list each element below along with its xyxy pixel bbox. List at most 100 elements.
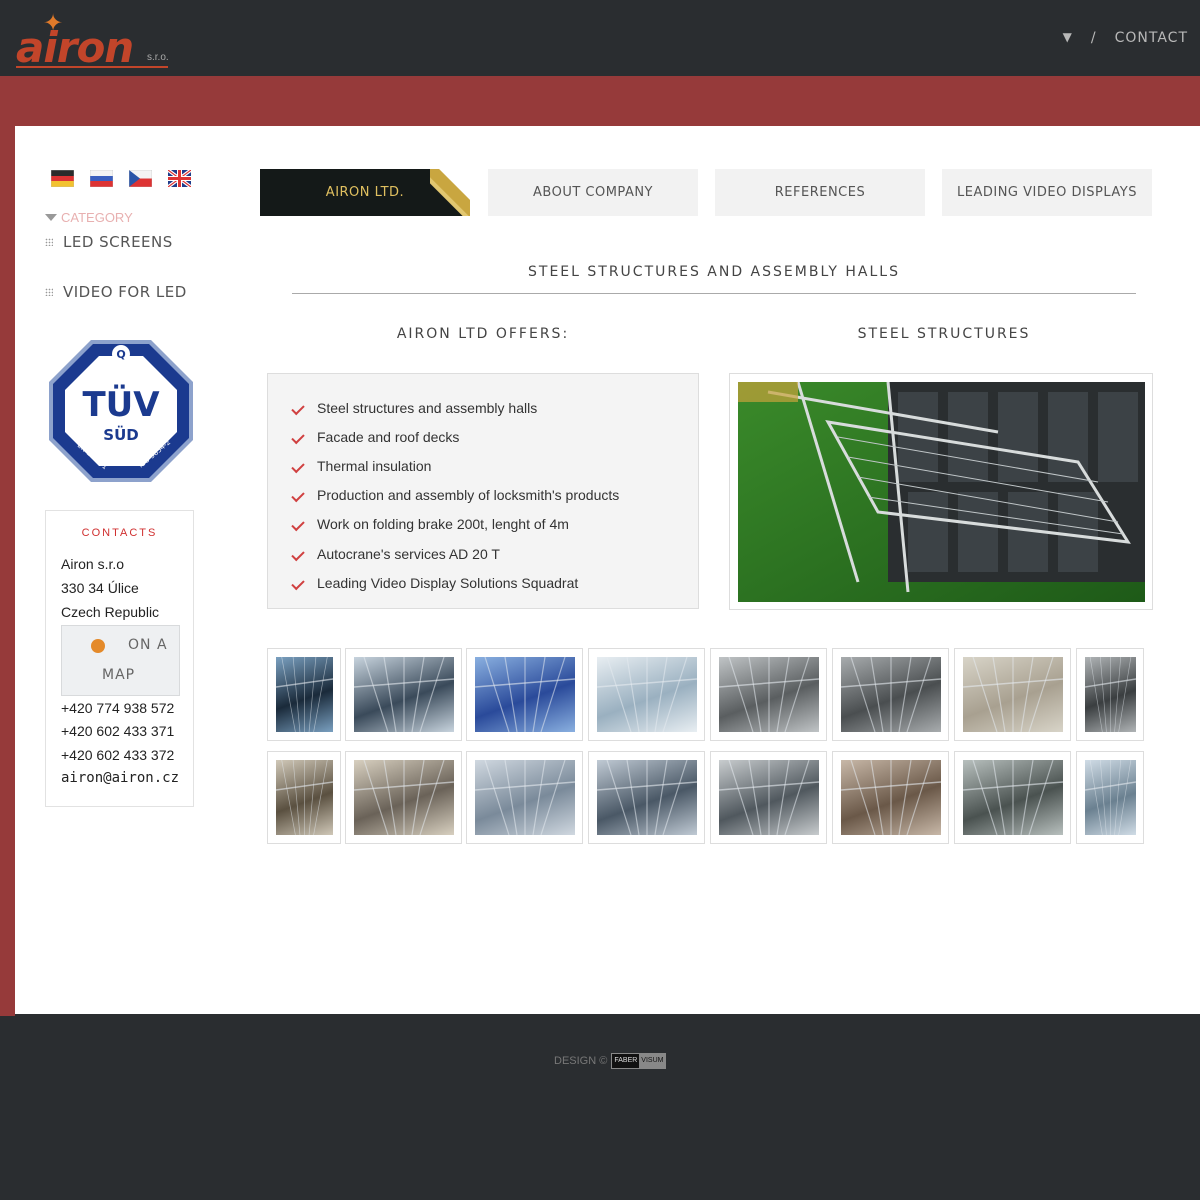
thumbnail-image [276,657,333,732]
offer-text: Leading Video Display Solutions Squadrat [317,574,579,591]
offer-item: Autocrane's services AD 20 T [292,539,619,568]
tab-airon-ltd[interactable]: AIRON LTD. [260,169,470,216]
offers-list: Steel structures and assembly halls Facad… [292,393,619,597]
gallery-thumbnail[interactable] [954,648,1071,741]
chevron-down-icon[interactable]: ▼ [1063,30,1073,46]
tuv-certification-badge: Q TÜV SÜD EN 1090-1 ISO 3834-2 [49,340,193,482]
thumbnail-image [963,760,1063,835]
footer: DESIGN © FABER VISUM [554,1053,667,1069]
sidebar-item-video-for-led[interactable]: VIDEO FOR LED [45,283,187,301]
sidebar-item-label: VIDEO FOR LED [63,283,187,301]
gallery-thumbnail[interactable] [267,751,341,844]
thumbnail-image [475,760,575,835]
phone-2[interactable]: +420 602 433 371 [61,723,174,739]
gallery-thumbnail[interactable] [832,751,949,844]
gallery-thumbnail[interactable] [466,648,583,741]
gallery-thumbnail[interactable] [1076,648,1144,741]
tab-label: LEADING VIDEO DISPLAYS [957,185,1137,200]
feature-title: STEEL STRUCTURES [857,326,1031,342]
offers-title: AIRON LTD OFFERS: [396,326,570,342]
thumbnail-image [475,657,575,732]
offer-item: Facade and roof decks [292,422,619,451]
nav-contact-link[interactable]: CONTACT [1115,30,1188,46]
bullet-icon [45,238,53,246]
globe-icon [91,639,105,653]
gallery-thumbnail[interactable] [345,648,462,741]
sidebar-item-led-screens[interactable]: LED SCREENS [45,233,173,251]
check-icon [292,491,303,499]
svg-text:Q: Q [116,348,125,361]
offer-text: Work on folding brake 200t, lenght of 4m [317,516,569,533]
check-icon [292,579,303,587]
check-icon [292,404,303,412]
check-icon [292,433,303,441]
tab-leading-video-displays[interactable]: LEADING VIDEO DISPLAYS [942,169,1152,216]
content-panel: CATEGORY LED SCREENS VIDEO FOR LED Q TÜV… [15,126,1200,1014]
tab-label: REFERENCES [774,185,866,200]
gallery-thumbnail[interactable] [267,648,341,741]
show-on-map-button[interactable]: ON A MAP [61,625,180,696]
flag-de-icon[interactable] [51,170,74,187]
offer-text: Autocrane's services AD 20 T [317,545,500,562]
offer-text: Facade and roof decks [317,428,460,445]
gallery-thumbnail[interactable] [588,751,705,844]
logo-underline [16,66,168,68]
phone-1[interactable]: +420 774 938 572 [61,700,174,716]
phone-3[interactable]: +420 602 433 372 [61,747,174,763]
tab-references[interactable]: REFERENCES [715,169,925,216]
thumbnail-image [354,760,454,835]
thumbnail-image [597,760,697,835]
thumbnail-image [719,760,819,835]
offer-item: Production and assembly of locksmith's p… [292,481,619,510]
tab-about-company[interactable]: ABOUT COMPANY [488,169,698,216]
airon-logo[interactable]: ✦ airon s.r.o. [14,12,174,72]
thumbnail-image [276,760,333,835]
flag-ru-icon[interactable] [90,170,113,187]
designer-logo-b: VISUM [639,1054,666,1068]
email-link[interactable]: airon@airon.cz [61,770,179,786]
map-label-line2: MAP [102,667,136,683]
address-line2: Czech Republic [61,604,160,620]
logo-text: airon [16,23,134,72]
header-band [0,76,1200,126]
top-bar: ✦ airon s.r.o. ▼ / CONTACT [0,0,1200,76]
flag-cz-icon[interactable] [129,170,152,187]
triangle-down-icon [45,214,57,221]
map-label-line1: ON A [128,637,168,653]
top-nav: ▼ / CONTACT [1063,30,1188,46]
category-label: CATEGORY [61,210,133,225]
offer-text: Steel structures and assembly halls [317,399,538,416]
category-heading[interactable]: CATEGORY [45,210,133,225]
title-divider [292,293,1136,294]
thumbnail-image [597,657,697,732]
logo-suffix: s.r.o. [147,52,169,63]
offer-item: Leading Video Display Solutions Squadrat [292,568,619,597]
gallery-thumbnail[interactable] [710,751,827,844]
gallery-thumbnail[interactable] [710,648,827,741]
address-line1: 330 34 Úlice [61,580,139,596]
designer-logo[interactable]: FABER VISUM [611,1053,667,1069]
gallery-thumbnail[interactable] [1076,751,1144,844]
tuv-text: TÜV [82,384,160,425]
company-name: Airon s.r.o [61,556,125,572]
language-switcher [51,170,191,187]
thumbnail-image [1085,657,1136,732]
check-icon [292,462,303,470]
design-credit: DESIGN © [554,1055,608,1067]
contacts-heading: CONTACTS [81,527,158,539]
flag-uk-icon[interactable] [168,170,191,187]
nav-separator: / [1090,30,1097,46]
thumbnail-image [841,657,941,732]
gallery-thumbnail[interactable] [345,751,462,844]
offer-item: Work on folding brake 200t, lenght of 4m [292,510,619,539]
designer-logo-a: FABER [612,1054,640,1068]
gallery-thumbnail[interactable] [832,648,949,741]
feature-image-frame[interactable] [729,373,1153,610]
gallery-thumbnail[interactable] [466,751,583,844]
sud-text: SÜD [103,425,138,444]
gallery-thumbnail[interactable] [954,751,1071,844]
page-title: STEEL STRUCTURES AND ASSEMBLY HALLS [528,264,900,280]
feature-image-steel-structure[interactable] [738,382,1145,602]
gallery-thumbnail[interactable] [588,648,705,741]
thumbnail-image [963,657,1063,732]
